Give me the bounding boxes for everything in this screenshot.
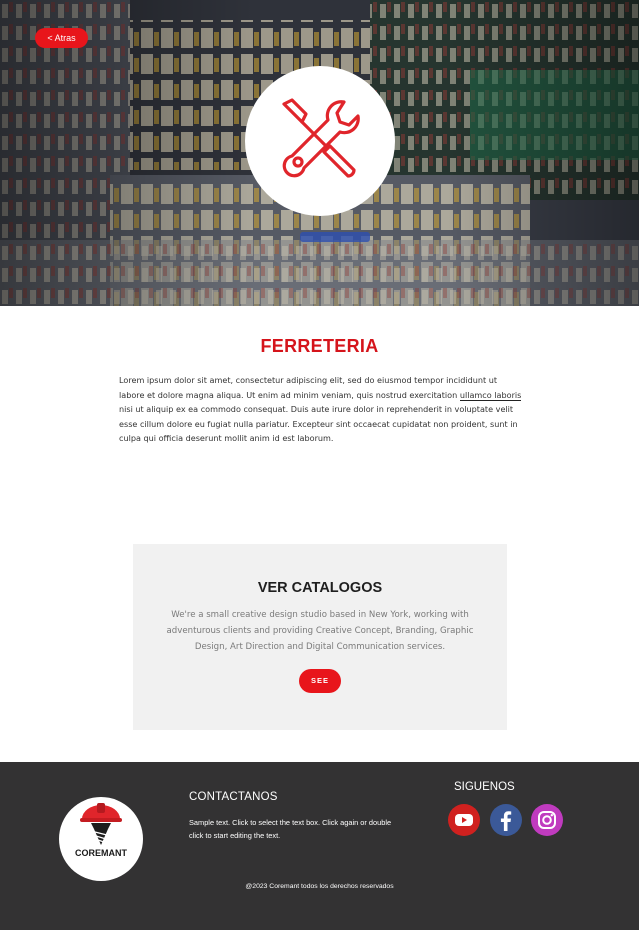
youtube-icon <box>455 814 473 826</box>
copyright-text: @2023 Coremant todos los derechos reserv… <box>245 883 394 890</box>
description-text: Lorem ipsum dolor sit amet, consectetur … <box>119 375 522 444</box>
hero-banner: < Atras <box>0 0 639 306</box>
hardhat-drill-icon <box>80 803 122 845</box>
description-link[interactable]: ullamco laboris <box>459 389 522 401</box>
coremant-logo: COREMANT <box>59 797 143 881</box>
contact-title: CONTACTANOS <box>189 791 278 803</box>
follow-title: SIGUENOS <box>454 781 515 793</box>
footer: COREMANT CONTACTANOS Sample text. Click … <box>0 762 639 930</box>
catalog-title: VER CATALOGOS <box>257 580 383 596</box>
facebook-link[interactable] <box>490 804 522 836</box>
back-button[interactable]: < Atras <box>35 28 88 48</box>
catalog-card: VER CATALOGOS We're a small creative des… <box>133 544 507 730</box>
instagram-link[interactable] <box>531 804 563 836</box>
catalog-description: We're a small creative design studio bas… <box>166 610 474 652</box>
logo-text: COREMANT <box>75 848 127 858</box>
youtube-link[interactable] <box>448 804 480 836</box>
hero-icon-badge <box>245 66 395 216</box>
see-button[interactable]: SEE <box>299 669 341 693</box>
facebook-icon <box>500 811 512 831</box>
tools-icon <box>282 98 360 178</box>
contact-text: Sample text. Click to select the text bo… <box>189 818 392 840</box>
instagram-icon <box>538 811 556 829</box>
page-title: FERRETERIA <box>260 336 379 356</box>
